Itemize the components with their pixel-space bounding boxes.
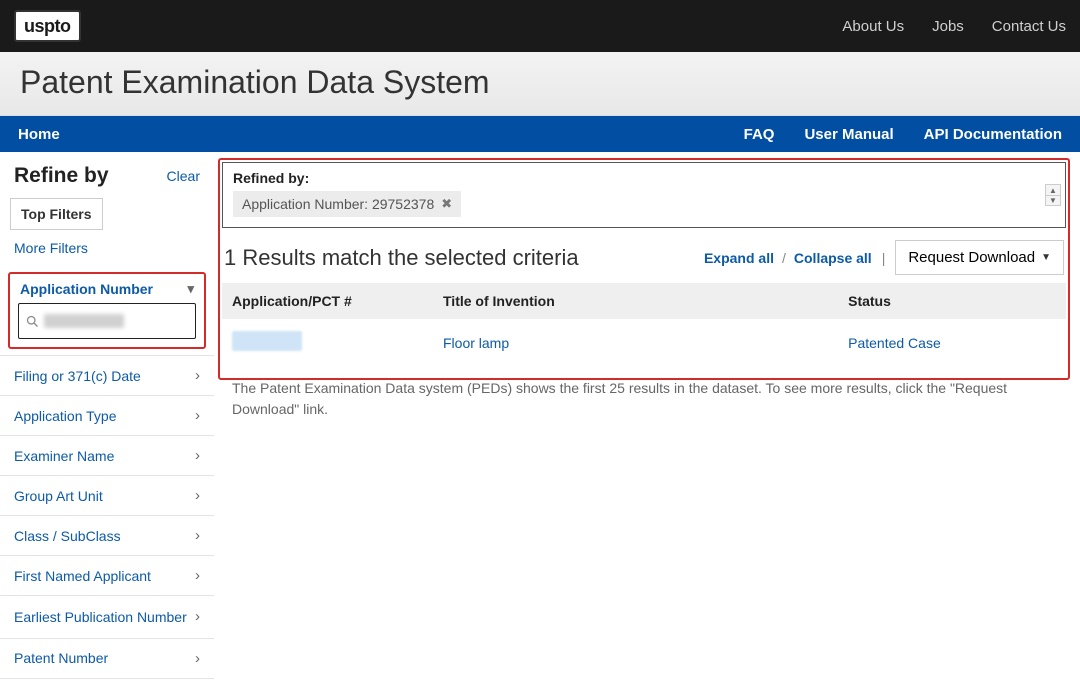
chevron-right-icon: ›: [195, 567, 200, 584]
filter-chip-text: Application Number: 29752378: [242, 196, 434, 212]
results-note-row: The Patent Examination Data system (PEDs…: [222, 366, 1066, 432]
request-download-button[interactable]: Request Download ▼: [895, 240, 1064, 275]
results-panel: Refined by: Application Number: 29752378…: [214, 152, 1080, 442]
results-toolbar: 1 Results match the selected criteria Ex…: [222, 234, 1066, 283]
nav-contact-us[interactable]: Contact Us: [992, 18, 1066, 35]
facet-application-type[interactable]: Application Type ›: [0, 396, 214, 436]
search-icon: [25, 314, 40, 329]
facet-application-number-header[interactable]: Application Number ▾: [18, 281, 196, 303]
col-title-of-invention[interactable]: Title of Invention: [433, 283, 838, 319]
caret-down-icon: ▼: [1041, 252, 1051, 263]
facet-list: Filing or 371(c) Date › Application Type…: [0, 355, 214, 679]
chevron-right-icon: ›: [195, 447, 200, 464]
page-title-band: Patent Examination Data System: [0, 52, 1080, 116]
primary-nav-bar: Home FAQ User Manual API Documentation: [0, 116, 1080, 152]
separator: |: [880, 250, 888, 266]
nav-home[interactable]: Home: [18, 126, 60, 143]
facet-label: Application Type: [14, 408, 116, 424]
facet-application-number: Application Number ▾: [8, 272, 206, 349]
application-number-input-value: [44, 314, 124, 328]
top-header: uspto About Us Jobs Contact Us: [0, 0, 1080, 52]
refined-by-label: Refined by:: [233, 170, 1055, 186]
facet-label: Filing or 371(c) Date: [14, 368, 141, 384]
request-download-label: Request Download: [908, 249, 1035, 266]
invention-title-link[interactable]: Floor lamp: [443, 335, 509, 351]
application-number-search[interactable]: [18, 303, 196, 339]
nav-user-manual[interactable]: User Manual: [804, 126, 893, 143]
facet-patent-number[interactable]: Patent Number ›: [0, 639, 214, 679]
arrow-up-icon[interactable]: ▲: [1046, 185, 1060, 195]
chevron-right-icon: ›: [195, 367, 200, 384]
facet-label: Group Art Unit: [14, 488, 103, 504]
results-note: The Patent Examination Data system (PEDs…: [222, 366, 1066, 432]
nav-api-documentation[interactable]: API Documentation: [924, 126, 1062, 143]
facet-group-art-unit[interactable]: Group Art Unit ›: [0, 476, 214, 516]
nav-about-us[interactable]: About Us: [842, 18, 904, 35]
facet-label: Application Number: [20, 281, 153, 297]
nav-jobs[interactable]: Jobs: [932, 18, 964, 35]
chevron-right-icon: ›: [195, 527, 200, 544]
application-number-cell[interactable]: [232, 331, 302, 351]
status-link[interactable]: Patented Case: [848, 335, 941, 351]
facet-label: Examiner Name: [14, 448, 114, 464]
facet-filing-date[interactable]: Filing or 371(c) Date ›: [0, 356, 214, 396]
facet-label: Class / SubClass: [14, 528, 121, 544]
facet-label: First Named Applicant: [14, 568, 151, 584]
clear-filters-link[interactable]: Clear: [167, 168, 200, 184]
refine-heading: Refine by: [14, 164, 109, 188]
collapse-all-link[interactable]: Collapse all: [794, 250, 872, 266]
filter-chip-application-number: Application Number: 29752378 ✖: [233, 191, 461, 217]
facet-label: Earliest Publication Number: [14, 608, 187, 626]
separator: /: [782, 250, 786, 266]
nav-faq[interactable]: FAQ: [744, 126, 775, 143]
top-nav: About Us Jobs Contact Us: [842, 18, 1066, 35]
page-title: Patent Examination Data System: [20, 64, 1060, 101]
chevron-right-icon: ›: [195, 407, 200, 424]
refine-sidebar: Refine by Clear Top Filters More Filters…: [0, 152, 214, 689]
table-header-row: Application/PCT # Title of Invention Sta…: [222, 283, 1066, 319]
uspto-logo[interactable]: uspto: [14, 10, 81, 42]
facet-class-subclass[interactable]: Class / SubClass ›: [0, 516, 214, 556]
refined-by-box: Refined by: Application Number: 29752378…: [222, 162, 1066, 228]
col-application-pct[interactable]: Application/PCT #: [222, 283, 433, 319]
results-count-heading: 1 Results match the selected criteria: [224, 245, 579, 271]
more-filters-link[interactable]: More Filters: [0, 230, 214, 268]
facet-earliest-publication-number[interactable]: Earliest Publication Number ›: [0, 596, 214, 639]
facet-examiner-name[interactable]: Examiner Name ›: [0, 436, 214, 476]
chevron-down-icon: ▾: [187, 281, 194, 297]
col-status[interactable]: Status: [838, 283, 1066, 319]
remove-filter-icon[interactable]: ✖: [441, 196, 452, 212]
chevron-right-icon: ›: [195, 487, 200, 504]
chevron-right-icon: ›: [195, 607, 200, 627]
arrow-down-icon[interactable]: ▼: [1046, 195, 1060, 205]
chevron-right-icon: ›: [195, 650, 200, 667]
results-table: Application/PCT # Title of Invention Sta…: [222, 283, 1066, 432]
expand-all-link[interactable]: Expand all: [704, 250, 774, 266]
refined-scroll-stepper[interactable]: ▲ ▼: [1045, 184, 1061, 206]
facet-first-named-applicant[interactable]: First Named Applicant ›: [0, 556, 214, 596]
table-row[interactable]: Floor lamp Patented Case: [222, 319, 1066, 366]
tab-top-filters[interactable]: Top Filters: [10, 198, 103, 230]
facet-label: Patent Number: [14, 650, 108, 666]
